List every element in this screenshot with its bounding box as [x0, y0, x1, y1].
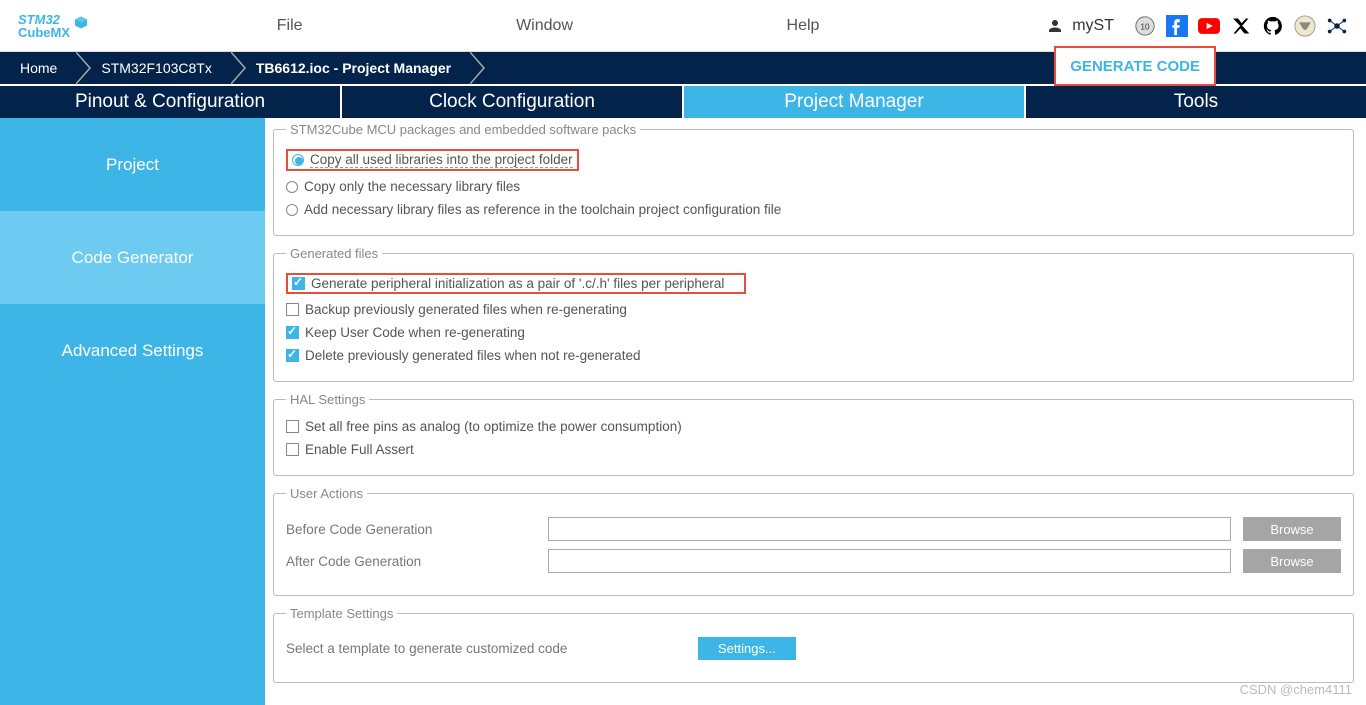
opt-delete-prev-label: Delete previously generated files when n…: [305, 348, 640, 363]
opt-full-assert-label: Enable Full Assert: [305, 442, 414, 457]
generate-code-label: GENERATE CODE: [1070, 58, 1200, 75]
tab-tools[interactable]: Tools: [1026, 86, 1366, 118]
checkbox-full-assert[interactable]: [286, 443, 299, 456]
generated-files-group: Generated files Generate peripheral init…: [273, 246, 1354, 382]
sidebar-filler: [0, 397, 265, 705]
after-code-input[interactable]: [548, 549, 1231, 573]
packages-group: STM32Cube MCU packages and embedded soft…: [273, 122, 1354, 236]
st-badge-icon[interactable]: 10: [1134, 15, 1156, 37]
opt-analog-pins-row: Set all free pins as analog (to optimize…: [286, 415, 1341, 438]
opt-analog-pins-label: Set all free pins as analog (to optimize…: [305, 419, 682, 434]
checkbox-analog-pins[interactable]: [286, 420, 299, 433]
checkbox-backup[interactable]: [286, 303, 299, 316]
app-logo: STM32 CubeMX: [0, 13, 90, 39]
sidebar-item-advanced-settings[interactable]: Advanced Settings: [0, 304, 265, 397]
settings-panel: STM32Cube MCU packages and embedded soft…: [265, 118, 1366, 705]
hal-legend: HAL Settings: [286, 392, 369, 407]
before-code-row: Before Code Generation Browse: [286, 517, 1341, 541]
opt-copy-all-label: Copy all used libraries into the project…: [310, 152, 573, 168]
browse-after-button[interactable]: Browse: [1243, 549, 1341, 573]
user-actions-legend: User Actions: [286, 486, 367, 501]
before-code-input[interactable]: [548, 517, 1231, 541]
svg-text:10: 10: [1140, 22, 1150, 31]
tab-clock[interactable]: Clock Configuration: [342, 86, 684, 118]
opt-keep-user-code-label: Keep User Code when re-generating: [305, 325, 525, 340]
tab-project-manager[interactable]: Project Manager: [684, 86, 1026, 118]
after-code-row: After Code Generation Browse: [286, 549, 1341, 573]
opt-peripheral-pair-label: Generate peripheral initialization as a …: [311, 276, 724, 291]
logo-text-1: STM32: [18, 13, 70, 26]
checkbox-delete-prev[interactable]: [286, 349, 299, 362]
facebook-icon[interactable]: [1166, 15, 1188, 37]
x-icon[interactable]: [1230, 15, 1252, 37]
opt-delete-prev-row: Delete previously generated files when n…: [286, 344, 1341, 367]
myst-label: myST: [1072, 17, 1114, 35]
radio-copy-necessary[interactable]: [286, 181, 298, 193]
menu-help[interactable]: Help: [787, 17, 820, 35]
packages-legend: STM32Cube MCU packages and embedded soft…: [286, 122, 640, 137]
after-code-label: After Code Generation: [286, 554, 536, 569]
content-area: Project Code Generator Advanced Settings…: [0, 118, 1366, 705]
breadcrumb-home[interactable]: Home: [0, 52, 75, 84]
generate-code-button[interactable]: GENERATE CODE: [1054, 46, 1216, 86]
opt-backup-label: Backup previously generated files when r…: [305, 302, 627, 317]
sidebar-item-code-generator[interactable]: Code Generator: [0, 211, 265, 304]
breadcrumb-chip-label: STM32F103C8Tx: [101, 60, 211, 76]
myst-link[interactable]: myST: [1046, 17, 1114, 35]
template-label: Select a template to generate customized…: [286, 641, 686, 656]
logo-text-2: CubeMX: [18, 26, 70, 39]
main-tabs: Pinout & Configuration Clock Configurati…: [0, 84, 1366, 118]
checkbox-peripheral-pair[interactable]: [292, 277, 305, 290]
menu-file[interactable]: File: [277, 17, 303, 35]
opt-peripheral-pair-row: Generate peripheral initialization as a …: [286, 269, 1341, 298]
opt-full-assert-row: Enable Full Assert: [286, 438, 1341, 461]
user-actions-group: User Actions Before Code Generation Brow…: [273, 486, 1354, 596]
breadcrumb-chip[interactable]: STM32F103C8Tx: [75, 52, 229, 84]
menu-items: File Window Help: [90, 17, 1046, 35]
opt-add-reference-row: Add necessary library files as reference…: [286, 198, 1341, 221]
watermark: CSDN @chem4111: [1240, 682, 1352, 697]
cube-icon: [72, 13, 90, 35]
template-settings-button[interactable]: Settings...: [698, 637, 796, 660]
opt-add-reference-label: Add necessary library files as reference…: [304, 202, 781, 217]
highlight-peripheral-pair: Generate peripheral initialization as a …: [286, 273, 746, 294]
before-code-label: Before Code Generation: [286, 522, 536, 537]
browse-before-button[interactable]: Browse: [1243, 517, 1341, 541]
opt-copy-necessary-label: Copy only the necessary library files: [304, 179, 520, 194]
social-icons: 10: [1134, 15, 1366, 37]
highlight-copy-all: Copy all used libraries into the project…: [286, 149, 579, 171]
sidebar-item-project[interactable]: Project: [0, 118, 265, 211]
template-row: Select a template to generate customized…: [286, 637, 1341, 660]
pm-sidebar: Project Code Generator Advanced Settings: [0, 118, 265, 705]
generated-files-legend: Generated files: [286, 246, 382, 261]
top-menu-bar: STM32 CubeMX File Window Help myST 10: [0, 0, 1366, 52]
menu-window[interactable]: Window: [516, 17, 573, 35]
breadcrumb-home-label: Home: [20, 60, 57, 76]
opt-keep-user-code-row: Keep User Code when re-generating: [286, 321, 1341, 344]
breadcrumb-current-label: TB6612.ioc - Project Manager: [256, 60, 451, 76]
template-legend: Template Settings: [286, 606, 397, 621]
github-icon[interactable]: [1262, 15, 1284, 37]
wiki-icon[interactable]: [1294, 15, 1316, 37]
opt-copy-all-row: Copy all used libraries into the project…: [286, 145, 1341, 175]
template-settings-group: Template Settings Select a template to g…: [273, 606, 1354, 683]
radio-copy-all[interactable]: [292, 154, 304, 166]
youtube-icon[interactable]: [1198, 15, 1220, 37]
tab-pinout[interactable]: Pinout & Configuration: [0, 86, 342, 118]
breadcrumb: Home STM32F103C8Tx TB6612.ioc - Project …: [0, 52, 1366, 84]
breadcrumb-current[interactable]: TB6612.ioc - Project Manager: [230, 52, 469, 84]
opt-copy-necessary-row: Copy only the necessary library files: [286, 175, 1341, 198]
opt-backup-row: Backup previously generated files when r…: [286, 298, 1341, 321]
checkbox-keep-user-code[interactable]: [286, 326, 299, 339]
hal-settings-group: HAL Settings Set all free pins as analog…: [273, 392, 1354, 476]
person-icon: [1046, 17, 1064, 35]
network-icon[interactable]: [1326, 15, 1348, 37]
radio-add-reference[interactable]: [286, 204, 298, 216]
